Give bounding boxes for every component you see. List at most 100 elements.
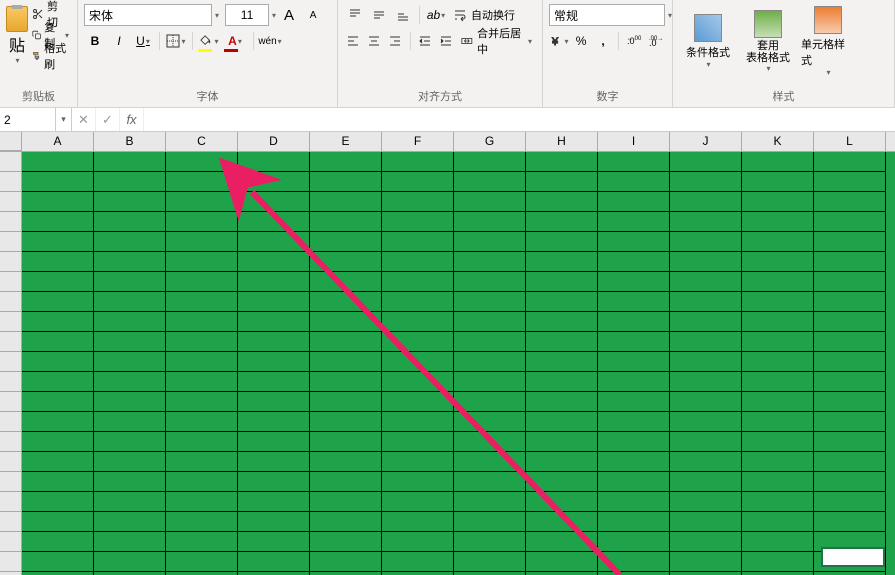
cell[interactable] <box>814 492 886 512</box>
align-left-button[interactable] <box>344 30 363 52</box>
cell[interactable] <box>814 472 886 492</box>
cell[interactable] <box>22 252 94 272</box>
cell[interactable] <box>742 512 814 532</box>
cell[interactable] <box>382 492 454 512</box>
cell[interactable] <box>94 152 166 172</box>
cell[interactable] <box>94 552 166 572</box>
cell[interactable] <box>382 412 454 432</box>
cell[interactable] <box>526 552 598 572</box>
cell[interactable] <box>454 352 526 372</box>
cell[interactable] <box>598 452 670 472</box>
cell[interactable] <box>526 172 598 192</box>
cell[interactable] <box>382 352 454 372</box>
row-header[interactable] <box>0 232 22 252</box>
percent-button[interactable]: % <box>571 30 591 52</box>
column-header[interactable]: D <box>238 132 310 151</box>
cell[interactable] <box>166 312 238 332</box>
row-header[interactable] <box>0 532 22 552</box>
cell[interactable] <box>670 412 742 432</box>
cell[interactable] <box>526 192 598 212</box>
row-header[interactable] <box>0 352 22 372</box>
cell[interactable] <box>22 492 94 512</box>
cell[interactable] <box>598 332 670 352</box>
cell[interactable] <box>22 172 94 192</box>
cell[interactable] <box>526 212 598 232</box>
decrease-decimal-button[interactable]: .00→.0 <box>646 30 666 52</box>
cell[interactable] <box>814 212 886 232</box>
row-header[interactable] <box>0 332 22 352</box>
cell[interactable] <box>742 532 814 552</box>
cell[interactable] <box>814 352 886 372</box>
cell[interactable] <box>166 212 238 232</box>
cell[interactable] <box>454 292 526 312</box>
cell[interactable] <box>526 252 598 272</box>
cell[interactable] <box>166 512 238 532</box>
cell[interactable] <box>814 252 886 272</box>
cell[interactable] <box>814 232 886 252</box>
increase-font-button[interactable]: A <box>278 4 300 26</box>
column-header[interactable]: I <box>598 132 670 151</box>
italic-button[interactable]: I <box>108 30 130 52</box>
cell[interactable] <box>238 352 310 372</box>
cell[interactable] <box>166 352 238 372</box>
cell[interactable] <box>94 272 166 292</box>
cell[interactable] <box>22 532 94 552</box>
cell[interactable] <box>670 192 742 212</box>
cell[interactable] <box>238 292 310 312</box>
cell[interactable] <box>22 472 94 492</box>
cell[interactable] <box>310 152 382 172</box>
cell[interactable] <box>94 432 166 452</box>
column-header[interactable]: C <box>166 132 238 151</box>
cell[interactable] <box>454 492 526 512</box>
cell[interactable] <box>310 372 382 392</box>
cell[interactable] <box>238 372 310 392</box>
cell[interactable] <box>382 272 454 292</box>
cell[interactable] <box>310 492 382 512</box>
cell[interactable] <box>814 152 886 172</box>
cell[interactable] <box>310 332 382 352</box>
formula-cancel-button[interactable]: ✕ <box>72 108 96 131</box>
chevron-down-icon[interactable]: ▾ <box>668 11 672 20</box>
cell[interactable] <box>238 532 310 552</box>
cell[interactable] <box>166 492 238 512</box>
cell[interactable] <box>166 192 238 212</box>
row-header[interactable] <box>0 212 22 232</box>
cell[interactable] <box>382 252 454 272</box>
name-box[interactable]: 2 <box>0 108 56 131</box>
cell[interactable] <box>238 432 310 452</box>
cell[interactable] <box>598 212 670 232</box>
cell[interactable] <box>814 512 886 532</box>
column-header[interactable]: K <box>742 132 814 151</box>
cell[interactable] <box>670 352 742 372</box>
underline-button[interactable]: U▾ <box>132 30 154 52</box>
row-header[interactable] <box>0 552 22 572</box>
cell[interactable] <box>598 532 670 552</box>
cell[interactable] <box>94 212 166 232</box>
cell[interactable] <box>94 532 166 552</box>
cell[interactable] <box>526 532 598 552</box>
cell[interactable] <box>670 472 742 492</box>
cell[interactable] <box>670 272 742 292</box>
cell[interactable] <box>94 172 166 192</box>
cell[interactable] <box>454 452 526 472</box>
table-format-button[interactable]: 套用 表格格式 ▾ <box>739 8 797 75</box>
row-header[interactable] <box>0 312 22 332</box>
cell[interactable] <box>598 152 670 172</box>
cell[interactable] <box>310 212 382 232</box>
cell[interactable] <box>598 192 670 212</box>
column-header[interactable]: E <box>310 132 382 151</box>
cell[interactable] <box>670 212 742 232</box>
row-header[interactable] <box>0 392 22 412</box>
cell[interactable] <box>598 432 670 452</box>
cell[interactable] <box>670 452 742 472</box>
cell[interactable] <box>526 152 598 172</box>
cell[interactable] <box>238 332 310 352</box>
cell[interactable] <box>166 232 238 252</box>
cell[interactable] <box>94 192 166 212</box>
wrap-text-button[interactable]: 自动换行 <box>449 4 519 26</box>
cell[interactable] <box>742 452 814 472</box>
align-right-button[interactable] <box>386 30 405 52</box>
cell[interactable] <box>238 212 310 232</box>
cell[interactable] <box>166 292 238 312</box>
font-family-select[interactable] <box>84 4 212 26</box>
